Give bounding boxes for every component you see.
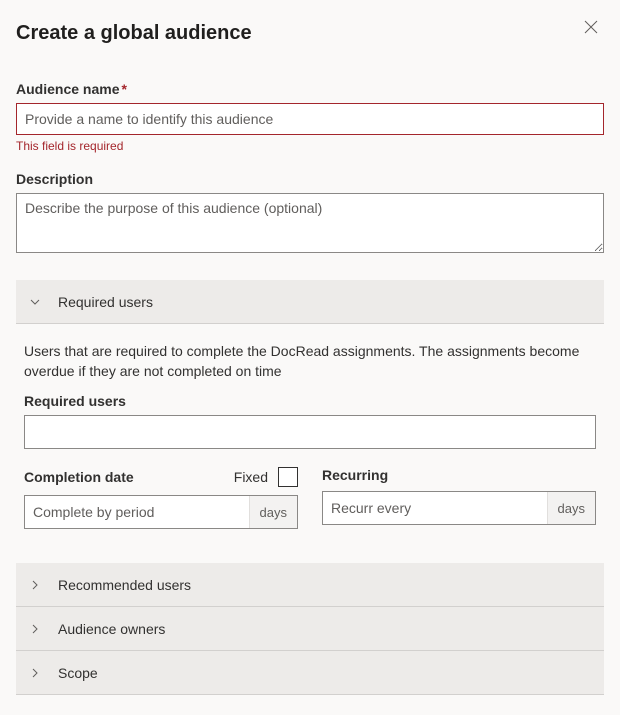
chevron-right-icon [28, 666, 42, 680]
required-users-body: Users that are required to complete the … [16, 324, 604, 539]
required-users-label: Required users [24, 393, 596, 409]
required-asterisk: * [121, 81, 126, 97]
completion-col: Completion date Fixed days [24, 467, 298, 529]
required-users-header[interactable]: Required users [16, 280, 604, 324]
completion-date-label: Completion date [24, 469, 134, 485]
fixed-checkbox-wrap: Fixed [234, 467, 298, 487]
required-users-input[interactable] [24, 415, 596, 449]
close-icon [584, 20, 598, 34]
chevron-right-icon [28, 622, 42, 636]
create-audience-dialog: Create a global audience Audience name* … [0, 0, 620, 715]
audience-name-error: This field is required [16, 139, 604, 153]
description-label: Description [16, 171, 604, 187]
audience-name-label: Audience name* [16, 81, 604, 97]
recurring-label: Recurring [322, 467, 596, 483]
scope-header[interactable]: Scope [16, 651, 604, 695]
chevron-right-icon [28, 578, 42, 592]
description-textarea[interactable] [16, 193, 604, 253]
chevron-down-icon [28, 295, 42, 309]
dialog-header: Create a global audience [16, 14, 604, 63]
required-users-section: Required users Users that are required t… [16, 280, 604, 539]
dialog-title: Create a global audience [16, 22, 252, 45]
audience-name-label-text: Audience name [16, 81, 119, 97]
audience-owners-title: Audience owners [58, 621, 165, 637]
recommended-users-header[interactable]: Recommended users [16, 563, 604, 607]
completion-input-wrap: days [24, 495, 298, 529]
recurring-input[interactable] [323, 492, 547, 524]
completion-suffix: days [249, 496, 297, 528]
fixed-label: Fixed [234, 469, 268, 485]
scope-title: Scope [58, 665, 98, 681]
recurring-input-wrap: days [322, 491, 596, 525]
close-button[interactable] [578, 14, 604, 40]
completion-period-input[interactable] [25, 496, 249, 528]
recurring-col: Recurring days [322, 467, 596, 529]
completion-recurring-row: Completion date Fixed days Recurring [24, 467, 596, 529]
fixed-checkbox[interactable] [278, 467, 298, 487]
required-users-help: Users that are required to complete the … [24, 342, 596, 381]
completion-header: Completion date Fixed [24, 467, 298, 487]
required-users-title: Required users [58, 294, 153, 310]
collapsed-sections: Recommended users Audience owners Scope [16, 563, 604, 695]
audience-name-input[interactable] [16, 103, 604, 135]
recurring-suffix: days [547, 492, 595, 524]
recommended-users-title: Recommended users [58, 577, 191, 593]
audience-owners-header[interactable]: Audience owners [16, 607, 604, 651]
